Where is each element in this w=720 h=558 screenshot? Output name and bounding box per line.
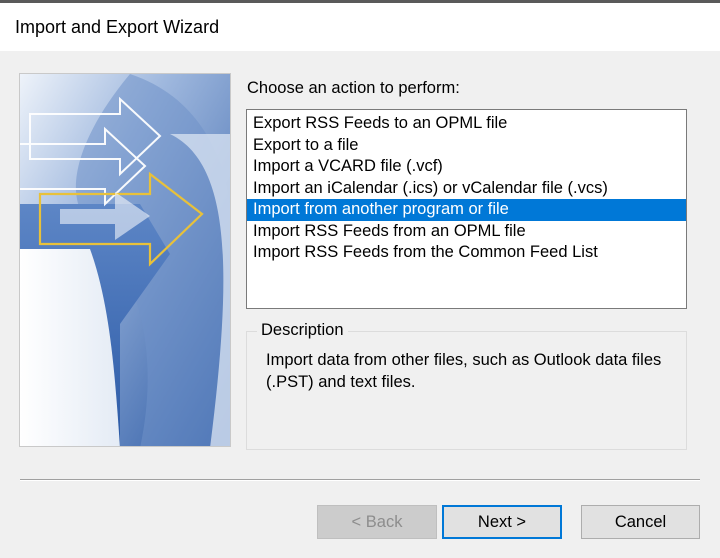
action-listbox[interactable]: Export RSS Feeds to an OPML file Export … (246, 109, 687, 309)
cancel-button[interactable]: Cancel (581, 505, 700, 539)
action-item-import-rss-opml[interactable]: Import RSS Feeds from an OPML file (247, 221, 686, 243)
description-text: Import data from other files, such as Ou… (266, 351, 662, 391)
action-item-import-rss-common-feed[interactable]: Import RSS Feeds from the Common Feed Li… (247, 242, 686, 264)
action-item-import-other-program-selected[interactable]: Import from another program or file (247, 199, 686, 221)
title-bar[interactable]: Import and Export Wizard (0, 3, 720, 51)
action-item-export-file[interactable]: Export to a file (247, 135, 686, 157)
description-group: Description Import data from other files… (246, 321, 687, 450)
window-title: Import and Export Wizard (15, 17, 220, 37)
description-legend: Description (257, 321, 348, 340)
wizard-banner-image (19, 73, 231, 447)
next-button[interactable]: Next > (442, 505, 562, 539)
action-item-import-vcard[interactable]: Import a VCARD file (.vcf) (247, 156, 686, 178)
dialog-body: Choose an action to perform: Export RSS … (0, 51, 720, 558)
import-export-arrows-graphic (20, 74, 230, 446)
action-prompt-label: Choose an action to perform: (247, 79, 460, 97)
footer-separator-highlight (20, 480, 700, 481)
action-item-import-icalendar[interactable]: Import an iCalendar (.ics) or vCalendar … (247, 178, 686, 200)
action-item-export-rss-opml[interactable]: Export RSS Feeds to an OPML file (247, 113, 686, 135)
back-button[interactable]: < Back (317, 505, 437, 539)
